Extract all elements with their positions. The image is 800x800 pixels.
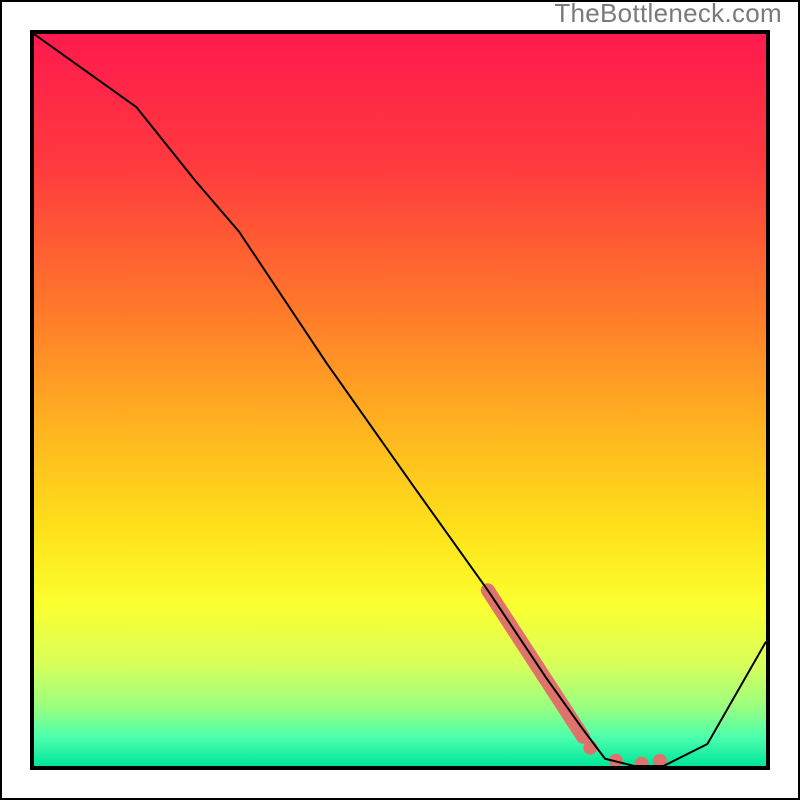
highlight-dot	[653, 754, 667, 766]
chart-svg	[34, 34, 766, 766]
highlight-dot	[583, 741, 597, 755]
watermark-text: TheBottleneck.com	[554, 0, 782, 29]
plot-area	[30, 30, 770, 770]
highlight-dot	[635, 757, 649, 766]
highlight-group	[488, 590, 667, 766]
outer-frame: TheBottleneck.com	[0, 0, 800, 800]
bottleneck-curve	[34, 34, 766, 766]
